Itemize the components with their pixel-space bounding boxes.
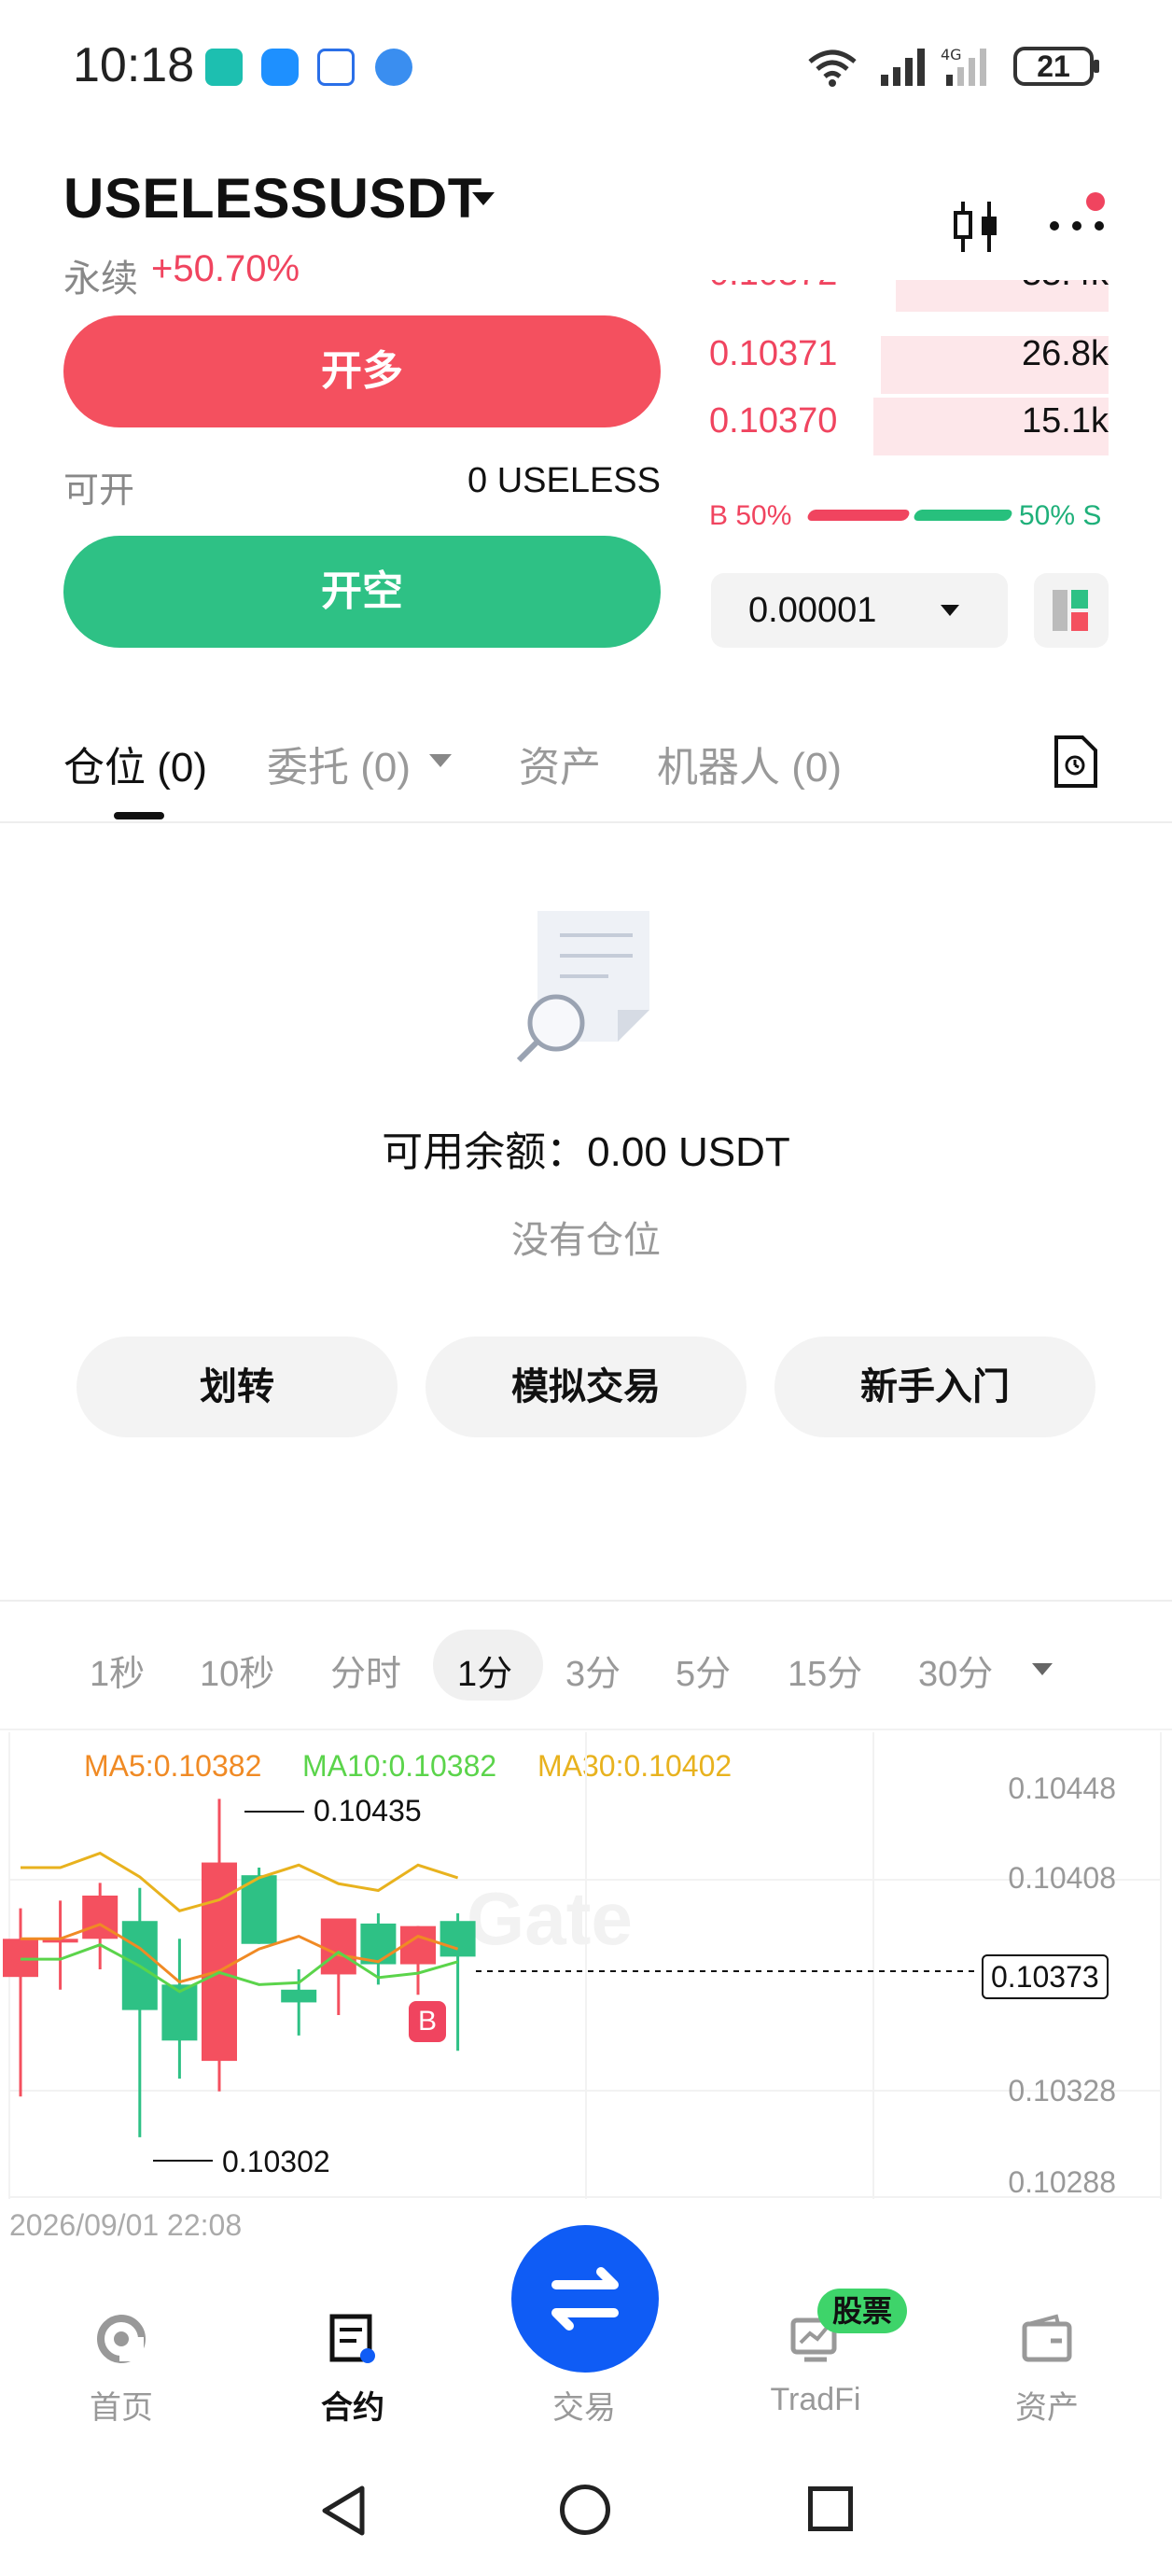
timeframe-1s[interactable]: 1秒: [90, 1645, 145, 1696]
available-value: 0 USELESS: [467, 461, 661, 500]
orderbook-price: 0.10372: [709, 280, 837, 294]
app-icon: [317, 49, 355, 86]
timeframe-10s[interactable]: 10秒: [200, 1645, 274, 1696]
browser-icon: [375, 49, 412, 86]
home-circle-icon[interactable]: [560, 2485, 610, 2535]
history-document-icon[interactable]: [1049, 734, 1101, 790]
orderbook-qty: 15.1k: [1022, 401, 1109, 441]
caret-down-icon[interactable]: [1032, 1663, 1053, 1675]
pair-title[interactable]: USELESSUSDT: [63, 166, 482, 231]
candlestick-chart-icon[interactable]: [948, 198, 1004, 256]
signal-4g-icon: 4G: [941, 46, 986, 86]
nav-home[interactable]: 首页: [37, 2382, 205, 2428]
empty-message: 没有仓位: [511, 1220, 661, 1261]
precision-select[interactable]: 0.00001: [711, 573, 1008, 648]
chart-timestamp: 2026/09/01 22:08: [9, 2208, 243, 2242]
status-time: 10:18: [73, 38, 195, 92]
divider: [0, 1729, 1172, 1730]
wifi-icon: [808, 49, 857, 87]
candle-body: [360, 1923, 397, 1965]
orderbook-qty: 33.4k: [1022, 280, 1109, 294]
y-tick: 0.10328: [1008, 2074, 1116, 2107]
more-menu-icon[interactable]: [1043, 192, 1118, 235]
candle-body: [320, 1918, 356, 1975]
orderbook-price: 0.10370: [709, 401, 838, 441]
orderbook-layout-button[interactable]: [1034, 573, 1109, 648]
tab-bots[interactable]: 机器人 (0): [657, 734, 842, 793]
trade-fab-button[interactable]: [511, 2225, 659, 2373]
low-label: 0.10302: [222, 2145, 330, 2178]
tab-assets[interactable]: 资产: [519, 734, 601, 793]
messenger-icon: [261, 49, 299, 86]
demo-trading-button[interactable]: 模拟交易: [426, 1337, 746, 1437]
beginner-guide-button[interactable]: 新手入门: [774, 1337, 1095, 1437]
price-change: +50.70%: [151, 248, 300, 289]
tab-active-indicator: [114, 812, 164, 819]
swap-arrows-icon: [551, 2267, 619, 2331]
signal-icon: [881, 49, 925, 86]
wallet-icon[interactable]: [1021, 2313, 1073, 2365]
caret-down-icon[interactable]: [472, 192, 495, 205]
low-leader-line: [153, 2160, 213, 2162]
candle-body: [281, 1989, 317, 2003]
tab-positions[interactable]: 仓位 (0): [63, 734, 207, 793]
nav-contract[interactable]: 合约: [269, 2382, 437, 2428]
contract-icon[interactable]: [327, 2313, 379, 2365]
caret-down-icon: [941, 605, 959, 616]
divider: [0, 1600, 1172, 1602]
candle-body: [440, 1921, 476, 1957]
buy-marker: B: [409, 2001, 446, 2042]
sell-ratio: 50% S: [1019, 500, 1102, 531]
boss-zhipin-icon: [205, 49, 243, 86]
available-balance: 可用余额：0.00 USDT: [382, 1129, 790, 1175]
y-tick: 0.10448: [1008, 1771, 1116, 1805]
home-icon[interactable]: [95, 2313, 147, 2365]
high-leader-line: [244, 1811, 304, 1813]
timeframe-line[interactable]: 分时: [330, 1645, 401, 1696]
orderbook-qty: 26.8k: [1022, 334, 1109, 373]
y-tick: 0.10288: [1008, 2165, 1116, 2199]
timeframe-30m[interactable]: 30分: [918, 1645, 993, 1696]
timeframe-1m[interactable]: 1分: [457, 1645, 512, 1696]
timeframe-15m[interactable]: 15分: [788, 1645, 862, 1696]
precision-value: 0.00001: [748, 591, 877, 630]
buy-ratio-bar: [805, 510, 912, 521]
divider: [0, 821, 1172, 823]
back-icon[interactable]: [317, 2483, 368, 2539]
buy-ratio: B 50%: [709, 500, 792, 531]
contract-type-label: 永续: [63, 259, 138, 300]
y-tick: 0.10408: [1008, 1861, 1116, 1895]
open-short-button[interactable]: 开空: [63, 536, 661, 648]
nav-trade[interactable]: 交易: [500, 2382, 668, 2428]
svg-text:4G: 4G: [941, 46, 962, 63]
recent-apps-icon[interactable]: [808, 2486, 853, 2531]
orderbook-row[interactable]: 0.10370 15.1k: [709, 398, 1109, 459]
tab-orders[interactable]: 委托 (0): [267, 734, 411, 793]
orderbook-row[interactable]: 0.10371 26.8k: [709, 334, 1109, 394]
layout-icon: [1053, 590, 1088, 631]
caret-down-icon[interactable]: [429, 754, 452, 767]
empty-document-icon: [516, 911, 649, 1063]
available-label: 可开: [63, 471, 135, 511]
high-label: 0.10435: [314, 1794, 422, 1827]
timeframe-3m[interactable]: 3分: [565, 1645, 621, 1696]
battery-icon: 21: [1013, 47, 1099, 86]
nav-tradfi[interactable]: TradFi: [732, 2382, 900, 2418]
open-long-button[interactable]: 开多: [63, 315, 661, 427]
orderbook-row[interactable]: 0.10372 33.4k: [709, 280, 1109, 312]
timeframe-5m[interactable]: 5分: [676, 1645, 731, 1696]
orderbook-price: 0.10371: [709, 334, 838, 373]
nav-assets[interactable]: 资产: [963, 2382, 1131, 2428]
sell-ratio-bar: [912, 510, 1014, 521]
transfer-button[interactable]: 划转: [77, 1337, 398, 1437]
stock-badge: 股票: [817, 2289, 908, 2333]
current-price-tag: 0.10373: [982, 1954, 1109, 1999]
